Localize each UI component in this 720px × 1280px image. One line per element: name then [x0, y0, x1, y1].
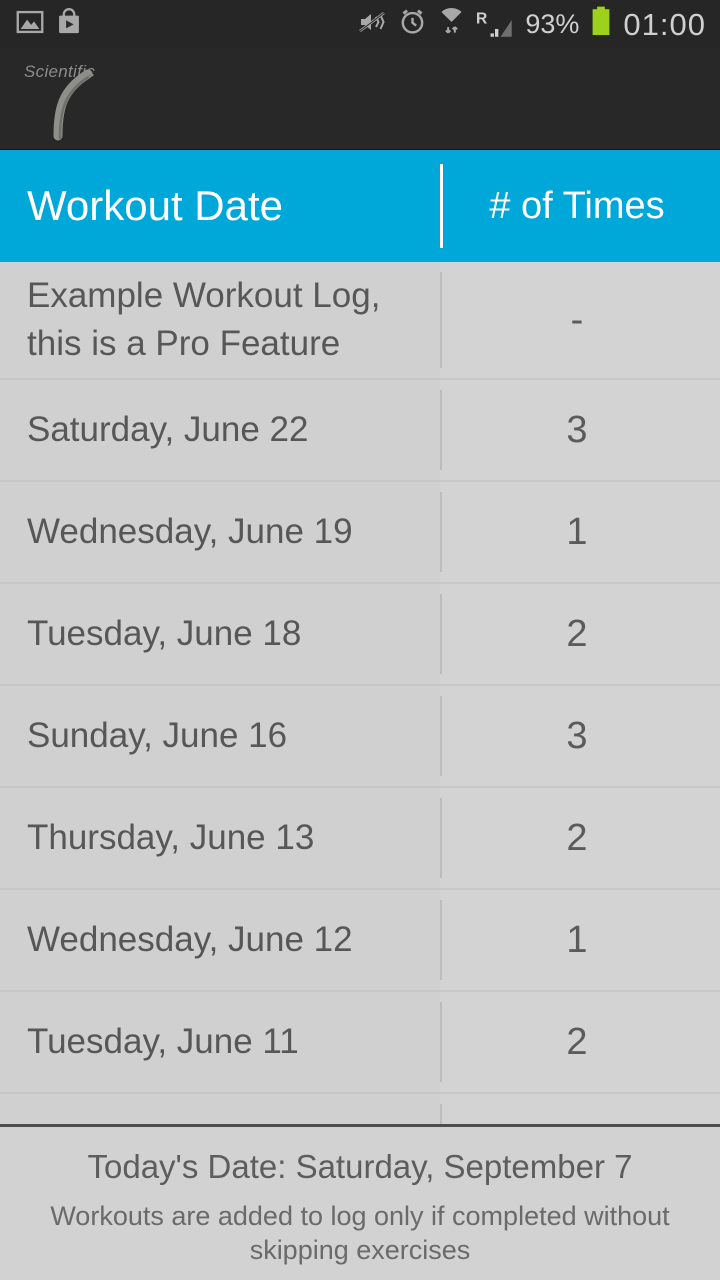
footer: Today's Date: Saturday, September 7 Work… [0, 1124, 720, 1280]
row-column-divider [440, 390, 442, 470]
workout-log-list[interactable]: Example Workout Log, this is a Pro Featu… [0, 262, 720, 1124]
cell-times-count: 3 [566, 409, 588, 451]
cell-times-count: 2 [566, 817, 588, 859]
cell-workout-date: Thursday, June 13 [0, 788, 440, 888]
app-logo-bar: Scientific [0, 48, 720, 150]
row-column-divider [440, 696, 442, 776]
table-row[interactable]: Tuesday, June 18 2 [0, 584, 720, 686]
table-row[interactable]: Sunday, June 9 2 [0, 1094, 720, 1124]
alarm-icon [398, 7, 427, 41]
table-row[interactable]: Wednesday, June 19 1 [0, 482, 720, 584]
row-column-divider [440, 492, 442, 572]
column-header-times[interactable]: # of Times [440, 187, 720, 225]
cell-times-count: 3 [566, 715, 588, 757]
column-header-date[interactable]: Workout Date [0, 185, 440, 227]
svg-text:R: R [476, 10, 487, 27]
cell-workout-date: Example Workout Log, this is a Pro Featu… [0, 262, 440, 378]
cell-workout-date: Tuesday, June 18 [0, 584, 440, 684]
table-row[interactable]: Example Workout Log, this is a Pro Featu… [0, 262, 720, 380]
row-column-divider [440, 798, 442, 878]
table-row[interactable]: Tuesday, June 11 2 [0, 992, 720, 1094]
header-column-divider [440, 164, 443, 248]
app-logo: Scientific [18, 54, 138, 151]
cell-workout-date: Sunday, June 16 [0, 686, 440, 786]
cell-workout-date: Saturday, June 22 [0, 380, 440, 480]
todays-date-label: Today's Date: Saturday, September 7 [87, 1148, 633, 1185]
cell-times-count: - [570, 299, 584, 341]
footer-note: Workouts are added to log only if comple… [50, 1200, 670, 1266]
cell-times-count: 2 [566, 613, 588, 655]
row-column-divider [440, 900, 442, 980]
table-row[interactable]: Saturday, June 22 3 [0, 380, 720, 482]
status-bar-notifications [16, 7, 82, 41]
roaming-signal-icon: R [476, 10, 514, 39]
clock-label: 01:00 [623, 6, 706, 42]
row-column-divider [440, 594, 442, 674]
table-row[interactable]: Wednesday, June 12 1 [0, 890, 720, 992]
screenshot-icon [16, 8, 44, 41]
status-bar: R 93% 01:00 [0, 0, 720, 48]
table-row[interactable]: Thursday, June 13 2 [0, 788, 720, 890]
battery-icon [590, 6, 612, 42]
cell-times-count: 1 [566, 919, 588, 961]
play-store-icon [56, 7, 82, 41]
cell-times-count: 2 [566, 1021, 588, 1063]
battery-percent-label: 93% [525, 8, 580, 39]
status-bar-icons: R 93% 01:00 [357, 6, 706, 42]
row-column-divider [440, 1002, 442, 1082]
row-column-divider [440, 1104, 442, 1124]
table-header: Workout Date # of Times [0, 150, 720, 262]
table-row[interactable]: Sunday, June 16 3 [0, 686, 720, 788]
cell-workout-date: Wednesday, June 19 [0, 482, 440, 582]
cell-times-count: 1 [566, 511, 588, 553]
wifi-icon [438, 7, 465, 41]
cell-workout-date: Sunday, June 9 [0, 1094, 440, 1124]
app-logo-label: Scientific [24, 62, 96, 81]
cell-workout-date: Wednesday, June 12 [0, 890, 440, 990]
mute-vibrate-icon [357, 8, 387, 41]
row-column-divider [440, 272, 442, 368]
cell-workout-date: Tuesday, June 11 [0, 992, 440, 1092]
